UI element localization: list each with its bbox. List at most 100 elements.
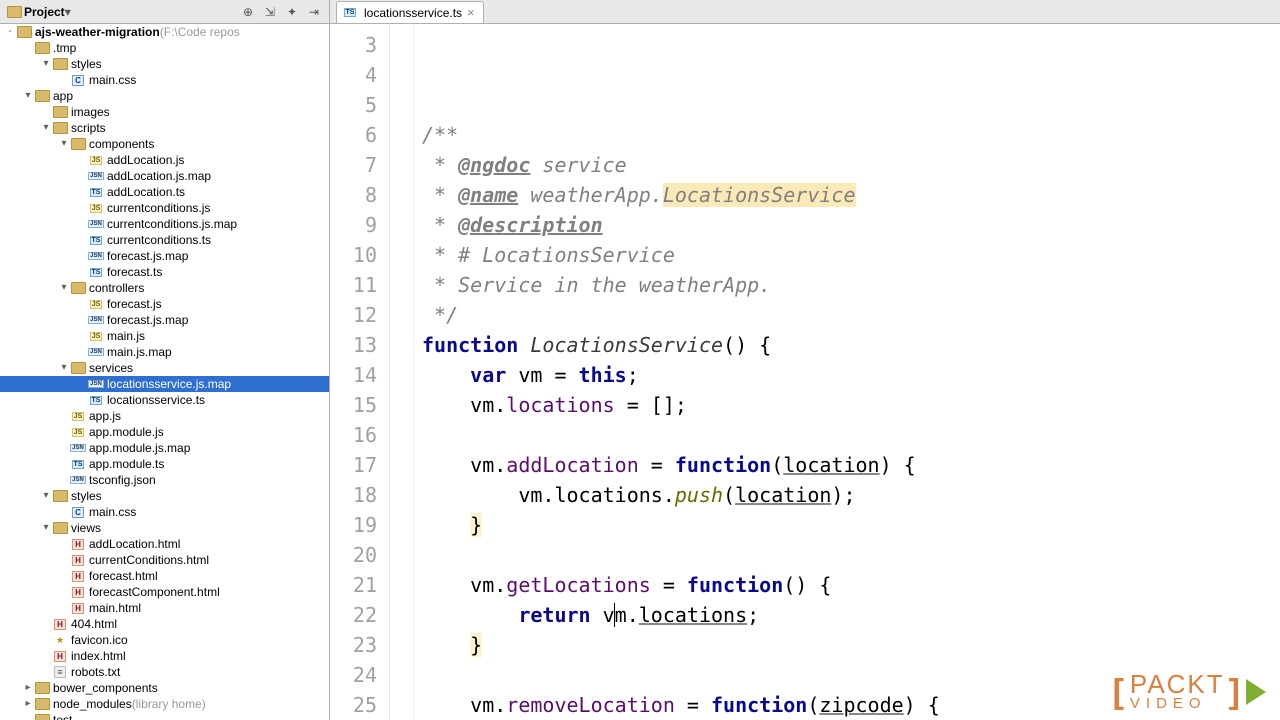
tree-item-label: app.js	[88, 409, 121, 423]
tree-item-label: styles	[70, 57, 102, 71]
tree-root[interactable]: -ajs-weather-migration (F:\Code repos	[0, 24, 329, 40]
tree-item[interactable]: addLocation.ts	[0, 184, 329, 200]
tree-item[interactable]: forecast.html	[0, 568, 329, 584]
file-html-icon	[52, 617, 68, 631]
folder-icon	[52, 105, 68, 119]
project-sidebar: Project ▾ ⊕ ⇲ ✦ ⇥ -ajs-weather-migration…	[0, 0, 330, 720]
tree-item[interactable]: ▸bower_components	[0, 680, 329, 696]
tree-item[interactable]: test	[0, 712, 329, 720]
tree-item-label: addLocation.ts	[106, 185, 185, 199]
tree-item-label: app.module.js	[88, 425, 164, 439]
tab-label: locationsservice.ts	[364, 6, 462, 20]
tree-twisty[interactable]: ▾	[22, 88, 34, 104]
tree-item[interactable]: main.js	[0, 328, 329, 344]
file-ts-icon	[88, 185, 104, 199]
tree-item-label: .tmp	[52, 41, 76, 55]
editor-pane: locationsservice.ts × 345678910111213141…	[330, 0, 1280, 720]
tree-item-label: currentconditions.js	[106, 201, 210, 215]
tree-item[interactable]: index.html	[0, 648, 329, 664]
file-ico-icon	[52, 633, 68, 647]
chevron-down-icon[interactable]: ▾	[65, 5, 75, 19]
tree-item[interactable]: addLocation.html	[0, 536, 329, 552]
collapse-sidebar-icon[interactable]: ⊕	[239, 3, 257, 21]
sidebar-settings-icon[interactable]: ✦	[283, 3, 301, 21]
file-json-icon	[88, 217, 104, 231]
file-js-icon	[70, 425, 86, 439]
tree-item[interactable]: locationsservice.ts	[0, 392, 329, 408]
tree-item-label: main.css	[88, 73, 136, 87]
tree-item[interactable]: currentconditions.ts	[0, 232, 329, 248]
tree-item[interactable]: ▾views	[0, 520, 329, 536]
tree-item[interactable]: app.module.js.map	[0, 440, 329, 456]
line-gutter: 345678910111213141516171819202122232425	[330, 24, 390, 720]
tree-item[interactable]: ▾scripts	[0, 120, 329, 136]
tree-item[interactable]: addLocation.js.map	[0, 168, 329, 184]
file-html-icon	[52, 649, 68, 663]
tree-item[interactable]: ▾components	[0, 136, 329, 152]
tree-item[interactable]: robots.txt	[0, 664, 329, 680]
file-ts-icon	[88, 265, 104, 279]
sidebar-hide-icon[interactable]: ⇥	[305, 3, 323, 21]
tree-item[interactable]: app.module.js	[0, 424, 329, 440]
tree-item[interactable]: main.css	[0, 72, 329, 88]
tree-twisty[interactable]: ▾	[58, 360, 70, 376]
tab-locationsservice[interactable]: locationsservice.ts ×	[336, 1, 484, 23]
tree-twisty[interactable]: ▾	[40, 56, 52, 72]
folder-icon	[52, 521, 68, 535]
tree-twisty[interactable]: ▸	[22, 680, 34, 696]
tree-item-label: styles	[70, 489, 102, 503]
tree-item[interactable]: ▾controllers	[0, 280, 329, 296]
tree-item[interactable]: images	[0, 104, 329, 120]
tree-item[interactable]: main.html	[0, 600, 329, 616]
tree-twisty[interactable]: ▾	[40, 120, 52, 136]
tree-item[interactable]: currentconditions.js.map	[0, 216, 329, 232]
tree-item[interactable]: app.module.ts	[0, 456, 329, 472]
code-editor[interactable]: 345678910111213141516171819202122232425 …	[330, 24, 1280, 720]
tree-item[interactable]: currentConditions.html	[0, 552, 329, 568]
tree-item[interactable]: ▾ app	[0, 88, 329, 104]
tree-item[interactable]: ▾ styles	[0, 488, 329, 504]
tree-item[interactable]: addLocation.js	[0, 152, 329, 168]
tree-item[interactable]: ▾services	[0, 360, 329, 376]
tree-twisty[interactable]: ▾	[58, 136, 70, 152]
tree-item-label: tsconfig.json	[88, 473, 156, 487]
folder-icon	[34, 41, 50, 55]
sidebar-title[interactable]: Project	[24, 5, 65, 19]
tree-item-label: app	[52, 89, 73, 103]
file-json-icon	[88, 377, 104, 391]
tree-item-label: node_modules	[52, 697, 132, 711]
tree-twisty[interactable]: ▾	[58, 280, 70, 296]
tree-twisty[interactable]: ▾	[40, 520, 52, 536]
sidebar-split-icon[interactable]: ⇲	[261, 3, 279, 21]
tree-item[interactable]: main.js.map	[0, 344, 329, 360]
tree-item[interactable]: forecast.js.map	[0, 312, 329, 328]
tree-item[interactable]: ▸node_modules (library home)	[0, 696, 329, 712]
tree-twisty[interactable]: ▸	[22, 696, 34, 712]
ts-file-icon	[343, 6, 357, 20]
tree-item-label: forecast.js.map	[106, 313, 188, 327]
tree-item-label: main.js	[106, 329, 145, 343]
tree-item[interactable]: currentconditions.js	[0, 200, 329, 216]
tree-item[interactable]: forecastComponent.html	[0, 584, 329, 600]
gutter-margin	[390, 24, 414, 720]
file-js-icon	[88, 153, 104, 167]
close-icon[interactable]: ×	[467, 6, 475, 19]
editor-tabbar: locationsservice.ts ×	[330, 0, 1280, 24]
tree-item-label: addLocation.html	[88, 537, 180, 551]
tree-item[interactable]: 404.html	[0, 616, 329, 632]
tree-item[interactable]: favicon.ico	[0, 632, 329, 648]
file-ts-icon	[70, 457, 86, 471]
tree-item[interactable]: forecast.js	[0, 296, 329, 312]
tree-item[interactable]: forecast.js.map	[0, 248, 329, 264]
tree-item-label: main.css	[88, 505, 136, 519]
tree-item-label: forecast.js.map	[106, 249, 188, 263]
tree-item[interactable]: ▾ styles	[0, 56, 329, 72]
tree-item[interactable]: .tmp	[0, 40, 329, 56]
tree-item[interactable]: tsconfig.json	[0, 472, 329, 488]
tree-item[interactable]: forecast.ts	[0, 264, 329, 280]
tree-item[interactable]: locationsservice.js.map	[0, 376, 329, 392]
tree-item[interactable]: app.js	[0, 408, 329, 424]
tree-item[interactable]: main.css	[0, 504, 329, 520]
file-js-icon	[88, 201, 104, 215]
tree-twisty[interactable]: ▾	[40, 488, 52, 504]
